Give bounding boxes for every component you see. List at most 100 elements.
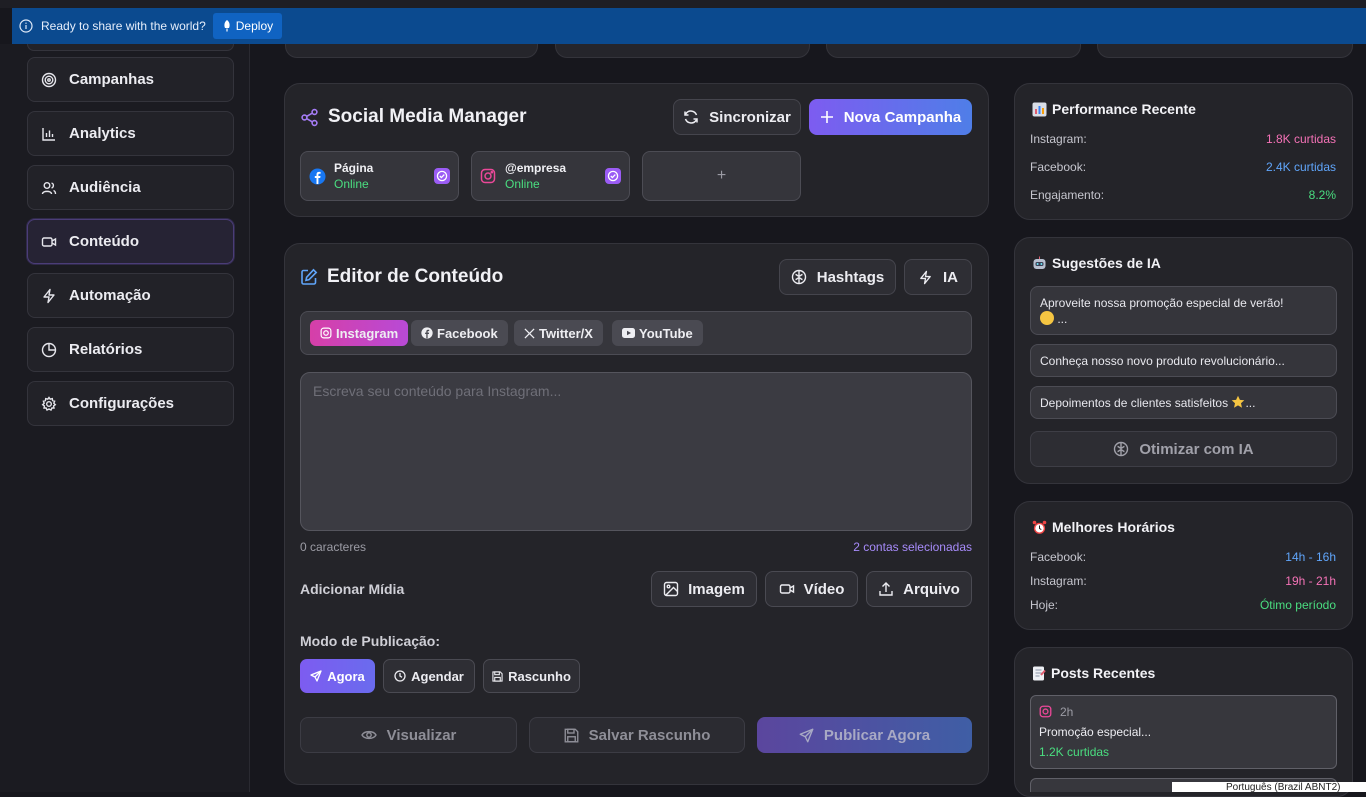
platform-tabs: Instagram Facebook Twitter/X YouTube bbox=[300, 311, 972, 355]
edit-icon bbox=[300, 268, 318, 286]
info-icon bbox=[19, 19, 33, 33]
star-emoji-icon bbox=[1231, 395, 1245, 409]
instagram-icon bbox=[320, 327, 332, 339]
alarm-clock-icon bbox=[1032, 520, 1047, 535]
share-icon bbox=[300, 108, 319, 127]
post-text: Promoção especial... bbox=[1039, 725, 1152, 739]
bar-chart-icon bbox=[41, 126, 57, 142]
sidebar-item-conteudo[interactable]: Conteúdo bbox=[27, 219, 234, 264]
upload-icon bbox=[878, 581, 894, 597]
performance-value: 8.2% bbox=[1308, 188, 1336, 202]
performance-label: Facebook: bbox=[1030, 160, 1087, 174]
sidebar-item-label: Analytics bbox=[69, 125, 136, 142]
optimize-ai-button[interactable]: Otimizar com IA bbox=[1030, 431, 1337, 467]
best-time-label: Facebook: bbox=[1030, 550, 1087, 564]
suggestion-item[interactable]: Conheça nosso novo produto revolucionári… bbox=[1030, 344, 1337, 377]
sidebar-item-analytics[interactable]: Analytics bbox=[27, 111, 234, 156]
gear-icon bbox=[41, 395, 57, 412]
performance-value: 1.8K curtidas bbox=[1265, 132, 1336, 146]
sidebar-item-label: Audiência bbox=[69, 179, 141, 196]
add-image-button[interactable]: Imagem bbox=[651, 571, 757, 607]
account-status: Online bbox=[334, 177, 369, 191]
mode-now-button[interactable]: Agora bbox=[300, 659, 375, 693]
x-logo-icon bbox=[524, 327, 535, 339]
sidebar-item-configuracoes[interactable]: Configurações bbox=[27, 381, 234, 426]
smile-emoji-icon bbox=[1040, 311, 1054, 325]
tab-facebook[interactable]: Facebook bbox=[411, 320, 508, 346]
rocket-icon bbox=[222, 20, 232, 32]
ai-button[interactable]: IA bbox=[904, 259, 972, 295]
mode-draft-button[interactable]: Rascunho bbox=[483, 659, 580, 693]
recent-post-item[interactable]: 2h Promoção especial... 1.2K curtidas bbox=[1030, 695, 1337, 769]
social-media-title: Social Media Manager bbox=[300, 106, 527, 128]
brain-icon bbox=[791, 269, 807, 285]
account-name: @empresa bbox=[505, 161, 567, 175]
best-time-value: 19h - 21h bbox=[1285, 574, 1336, 588]
performance-title: Performance Recente bbox=[1032, 101, 1196, 117]
tab-instagram[interactable]: Instagram bbox=[310, 320, 409, 346]
check-icon[interactable] bbox=[434, 168, 450, 184]
sidebar-item-audiencia[interactable]: Audiência bbox=[27, 165, 234, 210]
new-campaign-button[interactable]: Nova Campanha bbox=[809, 99, 972, 135]
tab-youtube[interactable]: YouTube bbox=[612, 320, 703, 346]
clock-icon bbox=[394, 670, 406, 682]
selected-accounts: 2 contas selecionadas bbox=[853, 540, 972, 554]
add-file-button[interactable]: Arquivo bbox=[866, 571, 972, 607]
keyboard-language-indicator[interactable]: Português (Brazil ABNT2) bbox=[1172, 782, 1366, 792]
refresh-icon bbox=[683, 109, 699, 125]
performance-label: Instagram: bbox=[1030, 132, 1087, 146]
lightning-icon bbox=[918, 270, 933, 285]
brain-icon bbox=[1113, 441, 1129, 457]
sidebar-item-partial[interactable] bbox=[27, 44, 234, 51]
publish-now-button[interactable]: Publicar Agora bbox=[757, 717, 972, 753]
save-icon bbox=[564, 728, 579, 743]
best-time-value: 14h - 16h bbox=[1285, 550, 1336, 564]
send-icon bbox=[310, 670, 322, 682]
deploy-button-label: Deploy bbox=[235, 19, 274, 33]
suggestion-item[interactable]: Aproveite nossa promoção especial de ver… bbox=[1030, 286, 1337, 335]
check-icon[interactable] bbox=[605, 168, 621, 184]
account-status: Online bbox=[505, 177, 540, 191]
memo-icon bbox=[1032, 666, 1046, 681]
save-icon bbox=[492, 670, 503, 682]
sidebar-item-label: Automação bbox=[69, 287, 151, 304]
best-time-label: Hoje: bbox=[1030, 598, 1059, 612]
performance-label: Engajamento: bbox=[1030, 188, 1105, 202]
robot-icon bbox=[1032, 256, 1047, 271]
image-icon bbox=[663, 581, 679, 597]
window-top-strip bbox=[0, 0, 1366, 8]
sidebar-item-automacao[interactable]: Automação bbox=[27, 273, 234, 318]
best-time-label: Instagram: bbox=[1030, 574, 1087, 588]
publish-mode-label: Modo de Publicação: bbox=[300, 633, 441, 649]
suggestion-item[interactable]: Depoimentos de clientes satisfeitos ... bbox=[1030, 386, 1337, 419]
send-icon bbox=[799, 728, 814, 743]
stat-card-partial bbox=[1097, 44, 1353, 58]
plus-icon bbox=[820, 110, 834, 124]
add-video-button[interactable]: Vídeo bbox=[765, 571, 858, 607]
preview-button[interactable]: Visualizar bbox=[300, 717, 517, 753]
sidebar-item-relatorios[interactable]: Relatórios bbox=[27, 327, 234, 372]
post-time: 2h bbox=[1060, 705, 1074, 719]
account-card-instagram[interactable]: @empresa Online bbox=[471, 151, 630, 201]
char-count: 0 caracteres bbox=[300, 540, 367, 554]
bar-chart-emoji-icon bbox=[1032, 102, 1047, 117]
hashtags-button[interactable]: Hashtags bbox=[779, 259, 896, 295]
sidebar-item-campanhas[interactable]: Campanhas bbox=[27, 57, 234, 102]
facebook-icon bbox=[421, 327, 433, 339]
video-icon bbox=[41, 234, 57, 250]
facebook-icon bbox=[309, 168, 326, 185]
content-textarea[interactable] bbox=[300, 372, 972, 531]
target-icon bbox=[41, 72, 57, 88]
stat-card-partial bbox=[285, 44, 538, 58]
save-draft-button[interactable]: Salvar Rascunho bbox=[529, 717, 745, 753]
mode-schedule-button[interactable]: Agendar bbox=[383, 659, 475, 693]
lightning-icon bbox=[41, 288, 57, 304]
tab-twitter-x[interactable]: Twitter/X bbox=[514, 320, 603, 346]
eye-icon bbox=[360, 727, 377, 743]
sync-button[interactable]: Sincronizar bbox=[673, 99, 801, 135]
account-card-facebook[interactable]: Página Online bbox=[300, 151, 459, 201]
sidebar-item-label: Campanhas bbox=[69, 71, 155, 88]
add-account-button[interactable]: + bbox=[642, 151, 801, 201]
deploy-button[interactable]: Deploy bbox=[212, 13, 283, 39]
sidebar-item-label: Configurações bbox=[69, 395, 175, 412]
